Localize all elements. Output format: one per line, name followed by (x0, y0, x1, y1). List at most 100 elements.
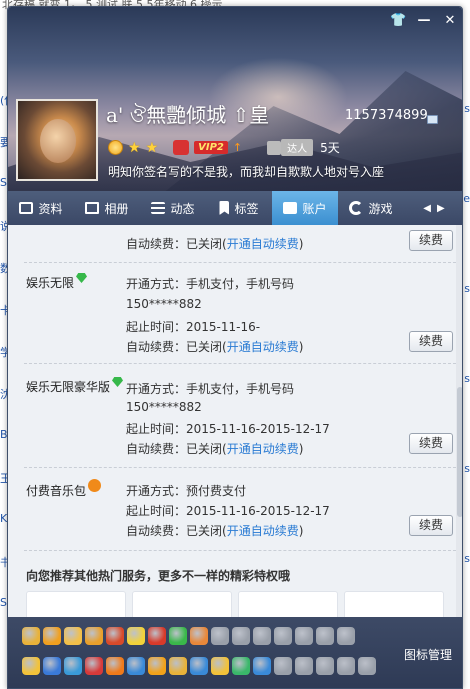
app-shortcut-icon[interactable] (253, 657, 271, 675)
icon-manage-button[interactable]: 图标管理 (404, 646, 452, 663)
app-shortcut-icon[interactable] (211, 627, 229, 645)
app-shortcut-icon[interactable] (232, 627, 250, 645)
skin-icon[interactable]: 👕 (390, 13, 406, 29)
scrollbar-thumb[interactable] (457, 387, 462, 517)
divider (24, 363, 456, 364)
background-fragment: S (0, 176, 7, 189)
background-fragment: S (0, 596, 7, 609)
close-button[interactable]: ✕ (442, 13, 458, 29)
enable-autorenew-link[interactable]: 开通自动续费 (227, 442, 299, 456)
renew-button[interactable]: 续费 (409, 230, 453, 251)
content-scrollbar[interactable] (456, 225, 462, 617)
app-shortcut-icon[interactable] (232, 657, 250, 675)
star-level-icon[interactable]: ★ (128, 141, 141, 155)
app-shortcut-icon[interactable] (85, 627, 103, 645)
app-shortcut-icon[interactable] (295, 657, 313, 675)
app-shortcut-icon[interactable] (190, 657, 208, 675)
minimize-button[interactable]: — (416, 13, 432, 29)
autorenew-line: 自动续费：已关闭(开通自动续费) (126, 235, 303, 252)
dock-row-1 (22, 627, 355, 645)
album-icon (85, 202, 100, 214)
app-shortcut-icon[interactable] (316, 627, 334, 645)
service-name: 娱乐无限豪华版 (26, 377, 124, 395)
app-shortcut-icon[interactable] (211, 657, 229, 675)
app-shortcut-icon[interactable] (358, 657, 376, 675)
avatar[interactable] (16, 99, 98, 181)
tab-tags[interactable]: 标签 (206, 191, 272, 225)
app-shortcut-icon[interactable] (148, 627, 166, 645)
gem-icon (76, 273, 88, 283)
app-shortcut-icon[interactable] (148, 657, 166, 675)
tag-flag-icon (219, 201, 230, 215)
app-shortcut-icon[interactable] (169, 627, 187, 645)
autorenew-label: 自动续费：已关闭( (126, 340, 227, 354)
autorenew-line: 自动续费：已关闭(开通自动续费) (126, 338, 303, 355)
background-right-strip: s e s s s s (462, 12, 470, 689)
app-shortcut-icon[interactable] (22, 627, 40, 645)
open-method-line: 开通方式：手机支付，手机号码 (126, 382, 295, 396)
app-shortcut-icon[interactable] (253, 627, 271, 645)
divider (24, 550, 456, 551)
daren-icon[interactable] (267, 140, 282, 155)
sun-level-icon[interactable] (108, 140, 123, 155)
enable-autorenew-link[interactable]: 开通自动续费 (227, 340, 299, 354)
period-line: 起止时间：2015-11-16-2015-12-17 (126, 504, 330, 518)
account-content: 自动续费：已关闭(开通自动续费) 续费 娱乐无限 开通方式：手机支付，手机号码 … (8, 225, 462, 617)
app-shortcut-icon[interactable] (43, 627, 61, 645)
star-level-icon[interactable]: ★ (146, 141, 159, 155)
app-shortcut-icon[interactable] (43, 657, 61, 675)
enable-autorenew-link[interactable]: 开通自动续费 (227, 524, 299, 538)
app-shortcut-icon[interactable] (316, 657, 334, 675)
app-shortcut-icon[interactable] (190, 627, 208, 645)
enable-autorenew-link[interactable]: 开通自动续费 (227, 237, 299, 251)
app-shortcut-icon[interactable] (106, 627, 124, 645)
app-shortcut-icon[interactable] (274, 627, 292, 645)
signature-text[interactable]: 明知你签名写的不是我，而我却自欺欺人地对号入座 (108, 163, 384, 180)
vip-badge[interactable]: VIP2 (194, 141, 228, 154)
wallet-icon (283, 202, 298, 214)
app-shortcut-icon[interactable] (64, 657, 82, 675)
app-shortcut-icon[interactable] (337, 657, 355, 675)
background-fragment: s (464, 102, 470, 115)
app-shortcut-icon[interactable] (295, 627, 313, 645)
app-shortcut-icon[interactable] (274, 657, 292, 675)
autorenew-label: 自动续费：已关闭( (126, 524, 227, 538)
app-shortcut-icon[interactable] (127, 657, 145, 675)
tab-album[interactable]: 相册 (74, 191, 140, 225)
app-shortcut-icon[interactable] (64, 627, 82, 645)
tab-label: 相册 (104, 201, 129, 216)
app-shortcut-icon[interactable] (85, 657, 103, 675)
tab-feed[interactable]: 动态 (140, 191, 206, 225)
tab-next-icon[interactable]: ▶ (437, 203, 445, 214)
service-name-text: 付费音乐包 (26, 484, 87, 498)
renew-button[interactable]: 续费 (409, 433, 453, 454)
tab-prev-icon[interactable]: ◀ (423, 203, 431, 214)
recommend-card[interactable] (238, 591, 338, 617)
renew-button[interactable]: 续费 (409, 515, 453, 536)
card-icon[interactable] (427, 115, 438, 124)
daren-badge[interactable]: 达人 (281, 139, 314, 156)
service-name: 付费音乐包 (26, 479, 102, 499)
background-fragment: s (464, 282, 470, 295)
service-name-text: 娱乐无限豪华版 (26, 380, 111, 394)
recommend-card[interactable] (344, 591, 444, 617)
app-shortcut-icon[interactable] (337, 627, 355, 645)
vip-crown-icon[interactable] (173, 140, 190, 155)
autorenew-label: 自动续费：已关闭( (126, 237, 227, 251)
tab-games[interactable]: 游戏 (338, 191, 404, 225)
tab-account[interactable]: 账户 (272, 191, 338, 225)
gem-icon (112, 377, 124, 387)
tab-profile[interactable]: 资料 (8, 191, 74, 225)
app-shortcut-icon[interactable] (127, 627, 145, 645)
app-shortcut-icon[interactable] (106, 657, 124, 675)
service-name: 娱乐无限 (26, 273, 88, 291)
paren-close: ) (298, 442, 304, 456)
recommend-card[interactable] (26, 591, 126, 617)
tab-label: 动态 (170, 201, 195, 216)
app-shortcut-icon[interactable] (22, 657, 40, 675)
profile-card-icon (19, 202, 34, 214)
app-shortcut-icon[interactable] (169, 657, 187, 675)
phone-line: 150*****882 (126, 400, 202, 414)
recommend-card[interactable] (132, 591, 232, 617)
renew-button[interactable]: 续费 (409, 331, 453, 352)
